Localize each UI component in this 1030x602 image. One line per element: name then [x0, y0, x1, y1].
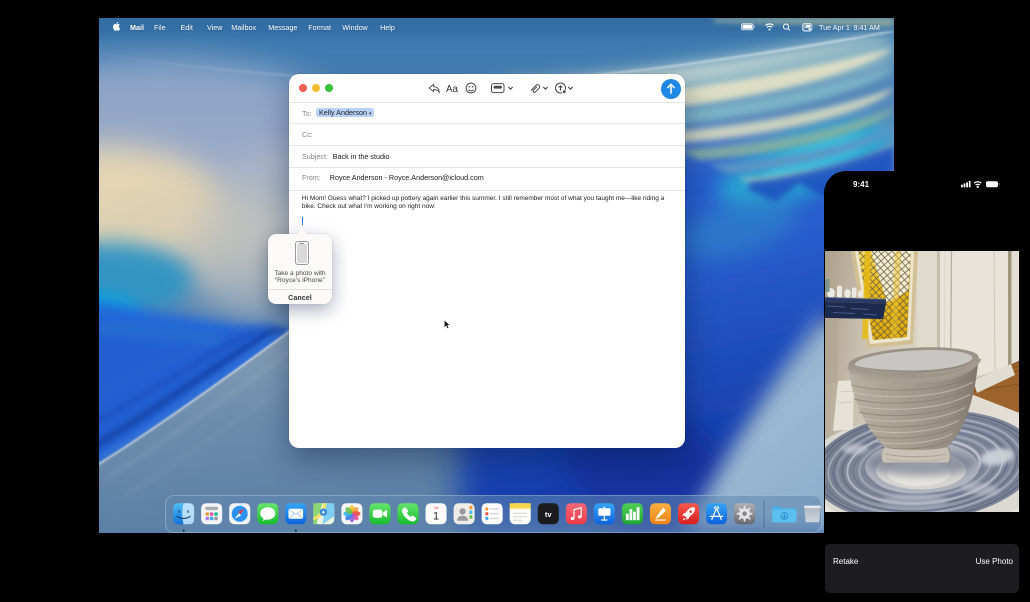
svg-text:1: 1 [432, 511, 438, 523]
svg-text:Aa: Aa [446, 84, 459, 95]
svg-text:tv: tv [544, 510, 551, 519]
svg-text:Tue: Tue [433, 506, 439, 510]
